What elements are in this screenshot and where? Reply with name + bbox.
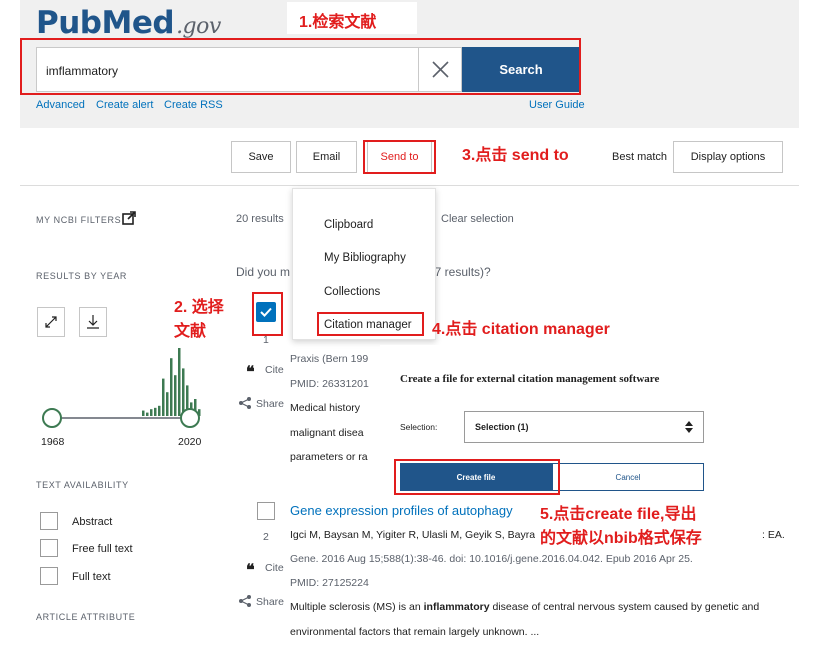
sort-best-match[interactable]: Best match bbox=[612, 151, 667, 163]
result-2-authors: Igci M, Baysan M, Yigiter R, Ulasli M, G… bbox=[290, 529, 536, 541]
annotation-box-create-file bbox=[394, 459, 560, 495]
result-1-pmid: PMID: 26331201 bbox=[290, 378, 369, 390]
free-full-text-checkbox[interactable] bbox=[40, 539, 58, 557]
selection-select[interactable]: Selection (1) bbox=[464, 411, 704, 443]
result-2-snippet: Multiple sclerosis (MS) is an inflammato… bbox=[290, 601, 759, 613]
result-1-number: 1 bbox=[263, 334, 269, 346]
result-2-citation: Gene. 2016 Aug 15;588(1):38-46. doi: 10.… bbox=[290, 553, 693, 565]
full-text-checkbox[interactable] bbox=[40, 567, 58, 585]
result-2-authors-tail: : EA. bbox=[762, 529, 785, 541]
result-1-share-button[interactable]: Share bbox=[256, 398, 284, 410]
year-bar bbox=[150, 409, 153, 416]
result-1-snippet-3: parameters or ra bbox=[290, 451, 368, 463]
annotation-step3: 3.点击 send to bbox=[462, 147, 569, 164]
result-2-checkbox[interactable] bbox=[257, 502, 275, 520]
annotation-step5a: 5.点击create file,导出 bbox=[540, 506, 697, 523]
expand-chart-button[interactable] bbox=[37, 307, 65, 337]
year-bar bbox=[166, 392, 169, 416]
result-2-number: 2 bbox=[263, 531, 269, 543]
annotation-box-send-to bbox=[363, 140, 436, 174]
share-icon-2 bbox=[239, 595, 251, 607]
email-button[interactable]: Email bbox=[296, 141, 357, 173]
result-2-share-button[interactable]: Share bbox=[256, 596, 284, 608]
logo-med: Med bbox=[101, 5, 175, 41]
expand-icon bbox=[45, 316, 57, 328]
text-availability-label: TEXT AVAILABILITY bbox=[36, 480, 129, 490]
display-options-button[interactable]: Display options bbox=[673, 141, 783, 173]
annotation-box-select bbox=[252, 292, 283, 336]
annotation-step1: 1.检索文献 bbox=[299, 14, 377, 31]
results-by-year-label: RESULTS BY YEAR bbox=[36, 271, 128, 281]
menu-item-my-bibliography[interactable]: My Bibliography bbox=[324, 252, 406, 264]
annotation-step2b: 文献 bbox=[174, 323, 207, 340]
create-rss-link[interactable]: Create RSS bbox=[164, 99, 223, 111]
year-bar bbox=[182, 368, 185, 416]
results-count: 20 results bbox=[236, 213, 284, 225]
annotation-step2a: 2. 选择 bbox=[174, 299, 224, 316]
citation-panel-title: Create a file for external citation mana… bbox=[400, 373, 660, 385]
selection-label: Selection: bbox=[400, 422, 438, 432]
quote-icon-2: ❝ bbox=[246, 562, 255, 579]
selection-value: Selection (1) bbox=[475, 422, 529, 432]
chart-bars bbox=[142, 348, 201, 416]
logo-pub: Pub bbox=[36, 5, 102, 41]
menu-item-collections[interactable]: Collections bbox=[324, 286, 380, 298]
annotation-box-search bbox=[20, 38, 581, 95]
create-alert-link[interactable]: Create alert bbox=[96, 99, 153, 111]
result-1-cite-button[interactable]: Cite bbox=[265, 364, 284, 376]
full-text-label: Full text bbox=[72, 571, 111, 583]
divider bbox=[20, 185, 799, 186]
free-full-text-label: Free full text bbox=[72, 543, 133, 555]
clear-selection-link[interactable]: Clear selection bbox=[441, 213, 514, 225]
year-end-handle bbox=[180, 408, 200, 428]
year-start-handle bbox=[42, 408, 62, 428]
result-2-cite-button[interactable]: Cite bbox=[265, 562, 284, 574]
abstract-label: Abstract bbox=[72, 516, 113, 528]
external-link-icon[interactable] bbox=[122, 211, 136, 225]
year-start-label: 1968 bbox=[41, 436, 65, 448]
result-2-snippet-2: environmental factors that remain largel… bbox=[290, 626, 540, 638]
user-guide-link[interactable]: User Guide bbox=[529, 99, 585, 111]
result-1-snippet-1: Medical history bbox=[290, 402, 361, 414]
advanced-link[interactable]: Advanced bbox=[36, 99, 85, 111]
year-bar bbox=[142, 410, 145, 416]
result-2-title[interactable]: Gene expression profiles of autophagy bbox=[290, 503, 513, 518]
year-bar bbox=[158, 405, 161, 416]
did-you-mean-end: 07 results)? bbox=[428, 265, 491, 279]
abstract-checkbox[interactable] bbox=[40, 512, 58, 530]
year-bar bbox=[178, 348, 181, 416]
results-by-year-chart[interactable] bbox=[36, 340, 206, 435]
my-ncbi-filters-label: MY NCBI FILTERS bbox=[36, 215, 122, 225]
snippet-post: disease of central nervous system caused… bbox=[489, 601, 760, 613]
year-bar bbox=[170, 358, 173, 416]
select-arrows-icon bbox=[685, 421, 693, 433]
cancel-button[interactable]: Cancel bbox=[552, 463, 704, 491]
snippet-pre: Multiple sclerosis (MS) is an bbox=[290, 601, 424, 613]
year-bar bbox=[146, 412, 149, 416]
year-bar bbox=[162, 378, 165, 416]
result-1-snippet-2: malignant disea bbox=[290, 427, 364, 439]
result-1-journal: Praxis (Bern 199 bbox=[290, 353, 369, 365]
result-2-pmid: PMID: 27125224 bbox=[290, 577, 369, 589]
menu-item-clipboard[interactable]: Clipboard bbox=[324, 219, 373, 231]
annotation-step4: 4.点击 citation manager bbox=[432, 321, 610, 338]
download-icon bbox=[87, 315, 99, 329]
share-icon bbox=[239, 397, 251, 409]
logo-gov: .gov bbox=[176, 14, 221, 39]
snippet-bold: inflammatory bbox=[423, 601, 490, 613]
annotation-box-citation-manager bbox=[317, 312, 424, 336]
annotation-step5b: 的文献以nbib格式保存 bbox=[540, 530, 702, 547]
year-bar bbox=[174, 375, 177, 416]
quote-icon: ❝ bbox=[246, 364, 255, 381]
save-button[interactable]: Save bbox=[231, 141, 291, 173]
year-bar bbox=[154, 407, 157, 416]
did-you-mean-start: Did you m bbox=[236, 265, 291, 279]
download-chart-button[interactable] bbox=[79, 307, 107, 337]
article-attribute-label: ARTICLE ATTRIBUTE bbox=[36, 612, 136, 622]
year-end-label: 2020 bbox=[178, 436, 202, 448]
pubmed-logo[interactable]: PubMed.gov bbox=[36, 5, 221, 41]
